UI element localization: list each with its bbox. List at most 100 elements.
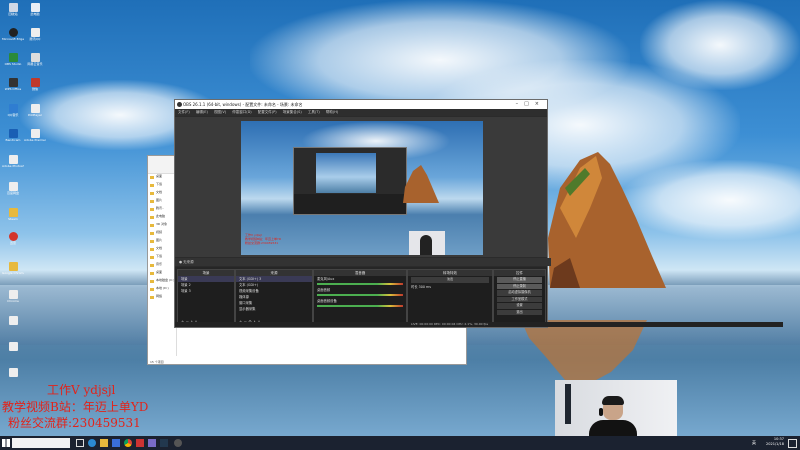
rock-formation (548, 152, 666, 288)
transition-select[interactable]: 淡出 (411, 277, 489, 283)
desktop-icon[interactable]: WPS Office (2, 78, 24, 103)
drive-icon (150, 280, 154, 283)
folder-icon (150, 272, 154, 275)
taskbar-search-box[interactable] (12, 438, 70, 448)
settings-button[interactable]: 设置 (497, 303, 542, 309)
folder-icon (150, 176, 154, 179)
volume-meter[interactable] (317, 294, 403, 296)
preview-overlay-text: 工作V ydjsjl 教学视频B站：年迈上单YD 粉丝交流群:230459531 (245, 233, 282, 245)
desktop-icon[interactable]: 腾讯QQ (24, 28, 46, 53)
desktop-icon[interactable]: QQ音乐 (2, 104, 24, 129)
store-taskbar-icon[interactable] (112, 439, 120, 447)
desktop-icon[interactable]: PotPlayer (24, 104, 46, 129)
docks-area: 场景 场景 场景 2 场景 3 + − ∧ ∨ 来源 文本 (GDI+) 3 文… (175, 267, 547, 327)
steam-taskbar-icon[interactable] (160, 439, 168, 447)
folder-icon (150, 184, 154, 187)
sidebar-item[interactable]: 下载 (148, 182, 176, 190)
notification-icon[interactable] (788, 439, 797, 448)
person-head (602, 396, 624, 420)
person-hair (602, 396, 624, 405)
obs-taskbar-icon[interactable] (174, 439, 182, 447)
desktop-icon[interactable] (2, 368, 24, 393)
taskbar-lang[interactable]: 英 (752, 440, 756, 446)
desktop-icon[interactable]: Chrome (2, 290, 24, 315)
sidebar-item[interactable]: 桌面 (148, 270, 176, 278)
sidebar-item[interactable]: 文档 (148, 190, 176, 198)
desktop-icon[interactable]: 此电脑 (24, 3, 46, 28)
desktop-icon[interactable]: OBS Studio (2, 53, 24, 78)
windows-start-icon[interactable] (2, 439, 10, 447)
sidebar-item[interactable]: 此电脑 (148, 214, 176, 222)
sidebar-item[interactable]: 本地 (D:) (148, 286, 176, 294)
source-item[interactable]: 显示器采集 (236, 306, 312, 312)
menu-file[interactable]: 文件(F) (178, 110, 190, 114)
document-icon (8, 316, 18, 325)
desktop-icon[interactable]: Google Chrome (2, 262, 24, 287)
sky-cloud (640, 0, 800, 90)
computer-icon (150, 216, 154, 219)
desktop-icon[interactable]: Steam (2, 208, 24, 233)
sidebar-item[interactable]: 图片 (148, 198, 176, 206)
headphones-icon (599, 408, 603, 416)
mixer-channel-label: 桌面音频设备 (317, 299, 337, 303)
stop-streaming-button[interactable]: 停止直播 (497, 277, 542, 283)
folder-icon (150, 232, 154, 235)
preview-canvas[interactable]: 工作V ydjsjl 教学视频B站：年迈上单YD 粉丝交流群:230459531 (241, 121, 483, 255)
desktop-icon[interactable]: 百度网盘 (2, 182, 24, 207)
desktop-icon[interactable]: 回收站 (2, 3, 24, 28)
menu-tools[interactable]: 工具(T) (308, 110, 320, 114)
document-icon (8, 155, 18, 164)
desktop-icon[interactable]: Adobe Premiere (24, 129, 46, 154)
studio-mode-button[interactable]: 工作室模式 (497, 296, 542, 302)
folder-icon (150, 264, 154, 267)
scene-item[interactable]: 场景 3 (178, 288, 234, 294)
app-taskbar-icon[interactable] (136, 439, 144, 447)
volume-meter[interactable] (317, 283, 403, 285)
desktop-icon[interactable]: Adobe Photoshop (2, 155, 24, 180)
close-icon[interactable]: × (535, 101, 545, 107)
desktop-icon[interactable]: Bandicam (2, 129, 24, 154)
desktop-icon[interactable] (2, 342, 24, 367)
menu-view[interactable]: 视图(V) (214, 110, 226, 114)
edge-taskbar-icon[interactable] (88, 439, 96, 447)
document-icon (30, 28, 40, 37)
menu-profile[interactable]: 配置文件(P) (258, 110, 277, 114)
desktop-icon[interactable] (2, 316, 24, 341)
exit-button[interactable]: 退出 (497, 309, 542, 315)
desktop-icon[interactable]: 微信 (24, 78, 46, 103)
chrome-taskbar-icon[interactable] (124, 439, 132, 447)
obs-titlebar[interactable]: OBS 26.1.1 (64-bit, windows) - 配置文件: 未命名… (175, 100, 547, 109)
sidebar-item[interactable]: 网络 (148, 294, 176, 302)
virtual-camera-button[interactable]: 启动虚拟摄像机 (497, 290, 542, 296)
volume-meter[interactable] (317, 305, 403, 307)
sidebar-item[interactable]: 文档 (148, 246, 176, 254)
task-view-icon[interactable] (76, 439, 84, 447)
desktop-icon[interactable]: 网易云音乐 (24, 53, 46, 78)
desktop-icon[interactable]: 迅雷 (2, 232, 24, 257)
sidebar-item[interactable]: 图片 (148, 238, 176, 246)
sidebar-item[interactable]: 下载 (148, 254, 176, 262)
sidebar-item[interactable]: 本地磁盘 (C:) (148, 278, 176, 286)
folder-icon (8, 208, 18, 217)
document-icon (30, 53, 40, 62)
window-controls[interactable]: –□× (516, 100, 545, 109)
network-icon (150, 296, 154, 299)
obs-window[interactable]: OBS 26.1.1 (64-bit, windows) - 配置文件: 未命名… (174, 99, 783, 328)
explorer-taskbar-icon[interactable] (100, 439, 108, 447)
stop-recording-button[interactable]: 停止录制 (497, 283, 542, 289)
sidebar-item[interactable]: 腾讯.. (148, 206, 176, 214)
sidebar-item[interactable]: 视频 (148, 230, 176, 238)
sidebar-item[interactable]: 音乐 (148, 262, 176, 270)
menu-help[interactable]: 帮助(H) (326, 110, 338, 114)
menu-docks[interactable]: 停靠窗口(D) (232, 110, 251, 114)
taskbar-clock[interactable]: 10:37 2021/1/18 (766, 437, 784, 447)
menu-edit[interactable]: 编辑(E) (196, 110, 208, 114)
sidebar-item[interactable]: 桌面 (148, 174, 176, 182)
maximize-icon[interactable]: □ (524, 101, 535, 107)
desktop-icon[interactable]: Microsoft Edge (2, 28, 24, 53)
menu-scene-collection[interactable]: 场景集合(S) (283, 110, 302, 114)
sidebar-item[interactable]: 3D 对象 (148, 222, 176, 230)
duration-input[interactable]: 300 ms (419, 285, 431, 289)
minimize-icon[interactable]: – (516, 101, 525, 107)
app-taskbar-icon[interactable] (148, 439, 156, 447)
